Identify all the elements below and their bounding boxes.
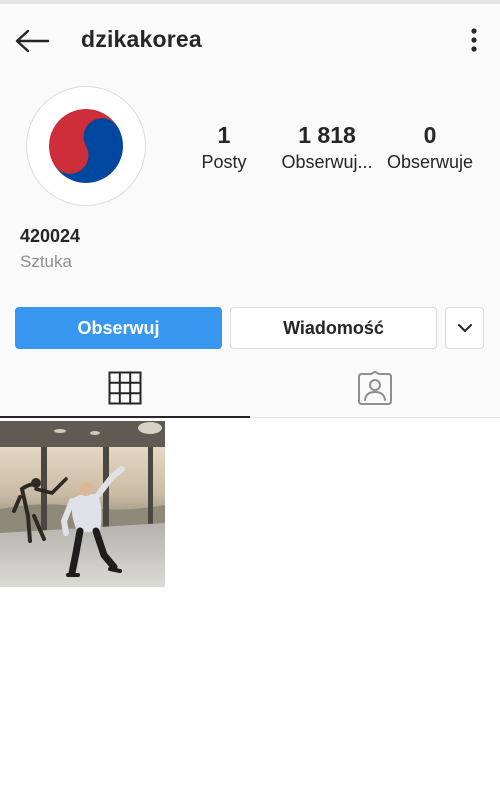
posts-count-value: 1 <box>217 122 231 148</box>
following-count-label: Obserwuje <box>386 152 474 172</box>
korea-taegeuk-avatar <box>49 109 123 183</box>
tab-tagged[interactable] <box>250 358 500 418</box>
more-options-button[interactable] <box>460 22 488 58</box>
tab-divider <box>250 417 500 418</box>
bio-name: 420024 <box>20 226 81 246</box>
profile-avatar[interactable] <box>26 86 146 206</box>
bio-category: Sztuka <box>20 252 72 271</box>
tab-grid[interactable] <box>0 358 250 418</box>
post-thumbnail[interactable] <box>0 421 165 587</box>
tagged-person-icon <box>358 371 392 405</box>
posts-count-label: Posty <box>201 152 247 172</box>
post-photo-two-people-dancing <box>0 421 165 587</box>
chevron-down-icon <box>457 324 472 332</box>
followers-count[interactable]: 1 818 Obserwuj... <box>274 120 380 174</box>
followers-count-label: Obserwuj... <box>281 152 373 172</box>
following-count[interactable]: 0 Obserwuje <box>382 120 478 174</box>
posts-count[interactable]: 1 Posty <box>188 120 260 174</box>
more-vertical-icon <box>471 28 477 52</box>
suggested-accounts-dropdown-button[interactable] <box>445 307 484 349</box>
arrow-left-icon <box>15 29 50 53</box>
active-tab-indicator <box>0 416 250 418</box>
followers-count-value: 1 818 <box>298 122 356 148</box>
follow-button[interactable]: Obserwuj <box>15 307 222 349</box>
message-button[interactable]: Wiadomość <box>230 307 437 349</box>
back-button[interactable] <box>12 21 52 61</box>
top-bar: dzikakorea <box>0 4 500 74</box>
following-count-value: 0 <box>423 122 437 148</box>
profile-username: dzikakorea <box>81 26 202 52</box>
grid-icon <box>108 371 142 405</box>
